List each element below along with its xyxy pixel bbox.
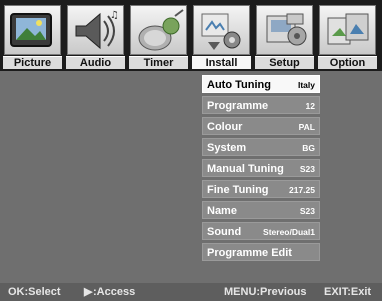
footer-hint-bar: OK:Select ▶ :Access MENU:Previous EXIT:E… (0, 283, 382, 301)
tab-label: Setup (255, 56, 314, 69)
access-hint: :Access (93, 286, 136, 298)
ok-select-hint: OK:Select (8, 286, 61, 298)
timer-icon (130, 5, 187, 55)
menu-item-value: S23 (299, 206, 315, 216)
menu-item-value: 217.25 (289, 185, 315, 195)
menu-item-manual-tuning[interactable]: Manual Tuning S23 (202, 159, 320, 177)
menu-item-fine-tuning[interactable]: Fine Tuning 217.25 (202, 180, 320, 198)
menu-item-label: Colour (207, 121, 243, 133)
install-icon (193, 5, 250, 55)
menu-item-value: Stereo/Dual1 (263, 227, 315, 237)
right-arrow-icon: ▶ (84, 286, 93, 298)
tab-label: Option (318, 56, 377, 69)
tab-label: Install (192, 56, 251, 69)
setup-icon (256, 5, 313, 55)
menu-item-value: BG (302, 143, 315, 153)
tab-timer[interactable]: Timer (129, 4, 188, 69)
tab-setup[interactable]: Setup (255, 4, 314, 69)
picture-icon (4, 5, 61, 55)
install-menu: Auto Tuning Italy Programme 12 Colour PA… (202, 75, 320, 264)
exit-hint: EXIT:Exit (324, 286, 372, 298)
tab-label: Timer (129, 56, 188, 69)
menu-item-value: Italy (297, 80, 315, 90)
menu-item-programme[interactable]: Programme 12 (202, 96, 320, 114)
menu-item-label: Auto Tuning (207, 79, 271, 91)
tab-option[interactable]: Option (318, 4, 377, 69)
tab-audio[interactable]: ♫ Audio (66, 4, 125, 69)
menu-item-name[interactable]: Name S23 (202, 201, 320, 219)
tab-install[interactable]: Install (192, 4, 251, 69)
menu-item-colour[interactable]: Colour PAL (202, 117, 320, 135)
menu-item-label: Name (207, 205, 237, 217)
menu-item-label: Programme Edit (207, 247, 292, 259)
menu-item-sound[interactable]: Sound Stereo/Dual1 (202, 222, 320, 240)
menu-item-label: Programme (207, 100, 269, 112)
menu-item-programme-edit[interactable]: Programme Edit (202, 243, 320, 261)
menu-tab-bar: Picture ♫ Audio Timer Install Setup Opti… (0, 0, 382, 71)
menu-item-system[interactable]: System BG (202, 138, 320, 156)
option-icon (319, 5, 376, 55)
menu-item-value: PAL (298, 122, 315, 132)
svg-text:♫: ♫ (110, 10, 119, 21)
menu-item-label: System (207, 142, 247, 154)
menu-previous-hint: MENU:Previous (224, 286, 307, 298)
tab-label: Audio (66, 56, 125, 69)
menu-item-label: Sound (207, 226, 242, 238)
audio-icon: ♫ (67, 5, 124, 55)
menu-item-label: Manual Tuning (207, 163, 284, 175)
menu-item-value: 12 (305, 101, 315, 111)
menu-item-label: Fine Tuning (207, 184, 269, 196)
menu-item-auto-tuning[interactable]: Auto Tuning Italy (202, 75, 320, 93)
menu-item-value: S23 (299, 164, 315, 174)
tab-picture[interactable]: Picture (3, 4, 62, 69)
tab-label: Picture (3, 56, 62, 69)
